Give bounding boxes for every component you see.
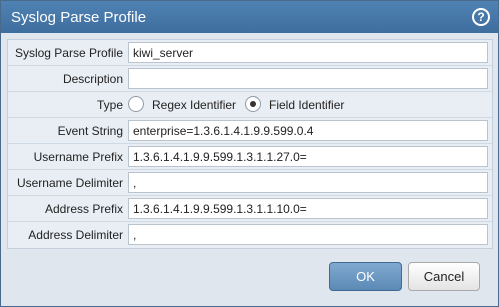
regex-identifier-radio[interactable] bbox=[128, 96, 144, 112]
event-string-input[interactable]: enterprise=1.3.6.1.4.1.9.9.599.0.4 bbox=[128, 120, 488, 141]
syslog-parse-profile-dialog: Syslog Parse Profile ? Syslog Parse Prof… bbox=[0, 0, 499, 307]
row-event-string: Event String enterprise=1.3.6.1.4.1.9.9.… bbox=[8, 118, 492, 144]
event-string-label: Event String bbox=[57, 124, 123, 138]
description-input[interactable] bbox=[128, 68, 488, 89]
profile-form: Syslog Parse Profile kiwi_server Descrip… bbox=[7, 39, 493, 249]
name-label: Syslog Parse Profile bbox=[14, 46, 123, 60]
row-description: Description bbox=[8, 66, 492, 92]
ok-button[interactable]: OK bbox=[329, 262, 402, 291]
address-delimiter-input[interactable]: , bbox=[128, 224, 488, 245]
description-label: Description bbox=[62, 72, 123, 86]
address-prefix-input[interactable]: 1.3.6.1.4.1.9.9.599.1.3.1.1.10.0= bbox=[128, 198, 488, 219]
type-label: Type bbox=[96, 98, 123, 112]
username-prefix-label: Username Prefix bbox=[33, 150, 123, 164]
row-address-prefix: Address Prefix 1.3.6.1.4.1.9.9.599.1.3.1… bbox=[8, 196, 492, 222]
name-input[interactable]: kiwi_server bbox=[128, 42, 488, 63]
field-identifier-label[interactable]: Field Identifier bbox=[269, 98, 344, 112]
username-prefix-input[interactable]: 1.3.6.1.4.1.9.9.599.1.3.1.1.27.0= bbox=[128, 146, 488, 167]
field-identifier-radio[interactable] bbox=[245, 96, 261, 112]
row-username-prefix: Username Prefix 1.3.6.1.4.1.9.9.599.1.3.… bbox=[8, 144, 492, 170]
row-username-delimiter: Username Delimiter , bbox=[8, 170, 492, 196]
dialog-title: Syslog Parse Profile bbox=[11, 9, 147, 26]
dialog-titlebar: Syslog Parse Profile ? bbox=[1, 1, 498, 33]
row-type: Type Regex Identifier Field Identifier bbox=[8, 92, 492, 118]
row-address-delimiter: Address Delimiter , bbox=[8, 222, 492, 248]
username-delimiter-input[interactable]: , bbox=[128, 172, 488, 193]
address-delimiter-label: Address Delimiter bbox=[28, 228, 123, 242]
row-name: Syslog Parse Profile kiwi_server bbox=[8, 40, 492, 66]
username-delimiter-label: Username Delimiter bbox=[16, 176, 123, 190]
address-prefix-label: Address Prefix bbox=[44, 202, 123, 216]
regex-identifier-label[interactable]: Regex Identifier bbox=[152, 98, 236, 112]
help-icon[interactable]: ? bbox=[472, 8, 490, 26]
cancel-button[interactable]: Cancel bbox=[408, 262, 480, 291]
